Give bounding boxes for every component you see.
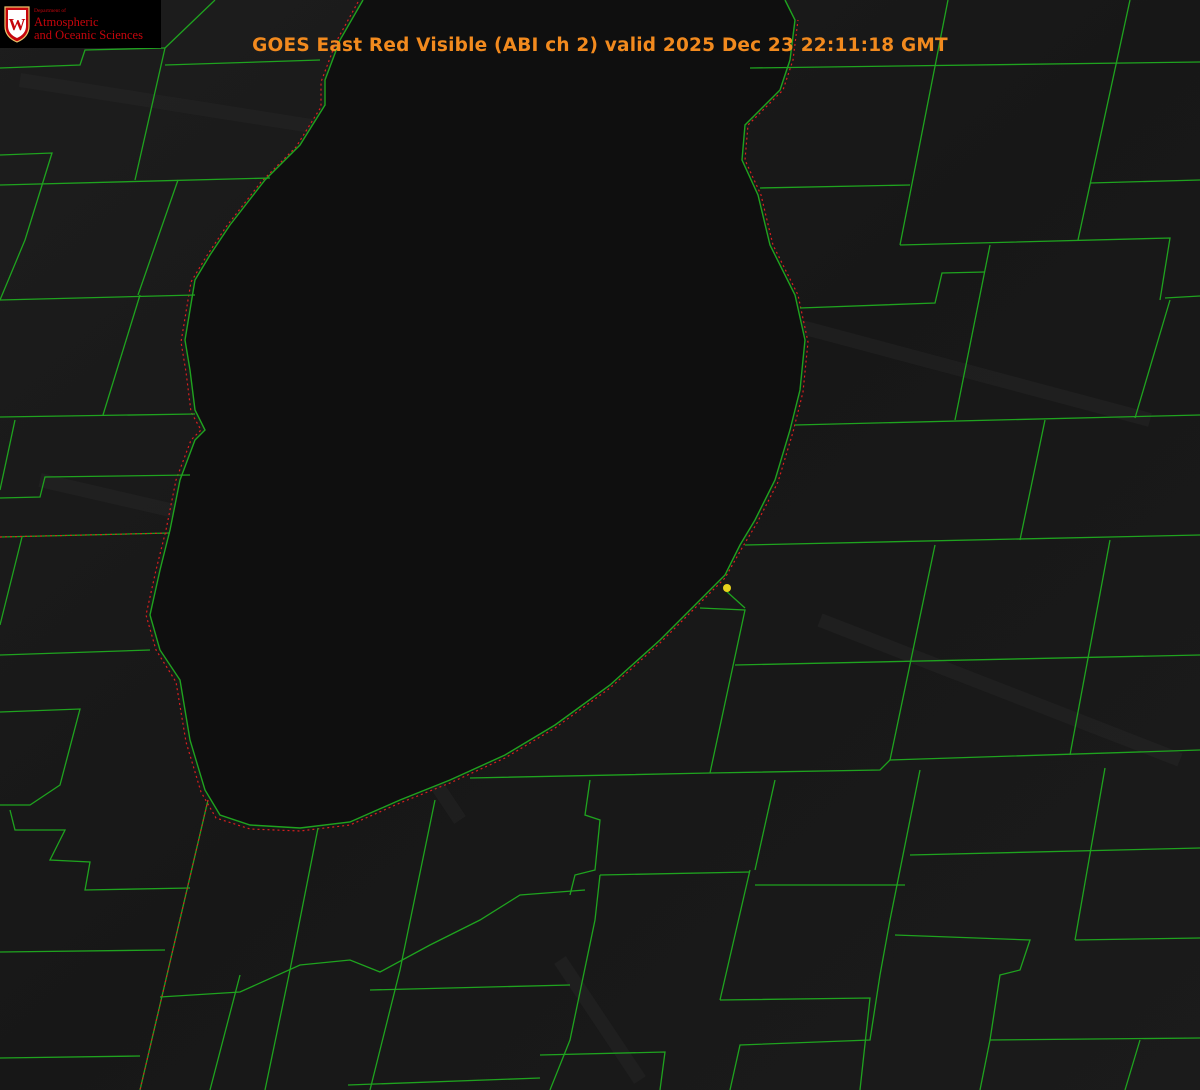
logo-line-1: Atmospheric xyxy=(34,14,99,29)
aos-logo[interactable]: W Department of Atmospheric and Oceanic … xyxy=(0,0,161,48)
logo-text: Department of Atmospheric and Oceanic Sc… xyxy=(34,8,143,42)
satellite-map xyxy=(0,0,1200,1090)
logo-dept-line: Department of xyxy=(34,8,66,14)
uw-crest-icon: W xyxy=(4,6,30,43)
satellite-frame: GOES East Red Visible (ABI ch 2) valid 2… xyxy=(0,0,1200,1090)
location-marker xyxy=(723,584,731,592)
crest-letter: W xyxy=(9,15,26,34)
logo-line-2: and Oceanic Sciences xyxy=(34,27,143,42)
